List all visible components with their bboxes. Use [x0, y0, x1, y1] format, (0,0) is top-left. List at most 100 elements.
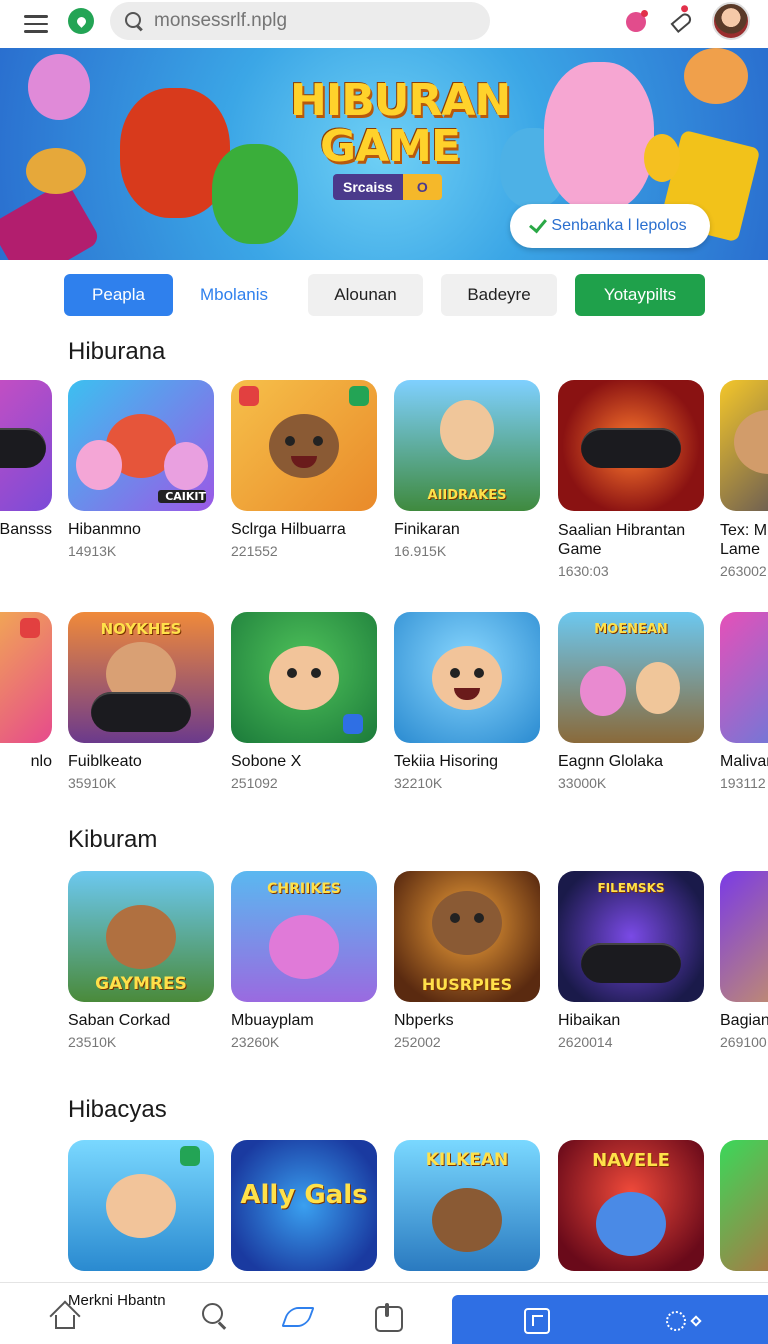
chip-mbolanis[interactable]: Mbolanis — [180, 274, 288, 316]
game-card[interactable]: Bansss — [0, 380, 52, 539]
bear-character — [432, 891, 502, 955]
game-thumbnail — [231, 612, 377, 743]
hamburger-menu-icon[interactable] — [22, 12, 50, 36]
library-icon[interactable] — [372, 1301, 403, 1332]
pig-character — [76, 440, 122, 490]
game-card[interactable]: HUSRPIES Nbperks 252002 — [394, 871, 540, 1050]
game-title: Tekiia Hisoring — [394, 753, 499, 770]
chip-peapla[interactable]: Peapla — [64, 274, 173, 316]
game-title: Bansss — [0, 521, 52, 538]
game-card[interactable]: Tekiia Hisoring 32210K — [394, 612, 540, 791]
donut-decoration — [26, 148, 86, 194]
game-thumbnail — [558, 380, 704, 511]
search-input[interactable] — [154, 10, 474, 32]
hero-banner[interactable]: HIBURAN GAME Srcaiss O Senbanka l lepolo… — [0, 48, 768, 260]
game-row: GAYMRES Saban Corkad 23510K CHRIIKES Mbu… — [0, 871, 768, 1081]
bear-character — [596, 1192, 666, 1256]
game-meta: 32210K — [394, 775, 443, 791]
game-thumbnail: CHRIIKES — [231, 871, 377, 1002]
game-card[interactable]: KILKEAN — [394, 1140, 540, 1271]
game-card[interactable]: nlo — [0, 612, 52, 771]
game-card[interactable]: FILEMSKS Hibaikan 2620014 — [558, 871, 704, 1050]
search-icon[interactable] — [200, 1301, 230, 1331]
game-card[interactable] — [720, 1140, 768, 1271]
game-card[interactable]: GAYMRES Saban Corkad 23510K — [68, 871, 214, 1050]
game-card[interactable]: Malivar 193112 — [720, 612, 768, 791]
game-thumbnail — [720, 612, 768, 743]
game-title: Mbuayplam — [231, 1012, 314, 1029]
hero-badge-right: O — [402, 174, 442, 200]
rocket-icon[interactable] — [668, 8, 696, 36]
game-card[interactable]: CAIKIT Hibanmno 14913K — [68, 380, 214, 559]
game-card[interactable]: MOENEAN Eagnn Glolaka 33000K — [558, 612, 704, 791]
game-meta: 251092 — [231, 775, 278, 791]
game-meta: 193112 — [720, 775, 766, 791]
thumbnail-label: AIIDRAKES — [427, 488, 507, 503]
game-card[interactable]: NAVELE — [558, 1140, 704, 1271]
game-card[interactable]: Ally Gals — [231, 1140, 377, 1271]
location-shield-icon[interactable] — [68, 8, 94, 34]
game-card[interactable]: Bagian 269100 — [720, 871, 768, 1050]
game-title: Eagnn Glolaka — [558, 753, 663, 770]
play-icon[interactable] — [283, 1301, 313, 1331]
section-title: Hiburana — [68, 338, 166, 365]
balloon-character — [28, 54, 90, 120]
badge-icon — [349, 386, 369, 406]
boy-character — [432, 646, 502, 710]
game-meta: 1630:03 — [558, 563, 609, 579]
boy-character — [106, 1174, 176, 1238]
search-bar[interactable] — [110, 2, 490, 40]
avatar[interactable] — [712, 2, 750, 40]
game-card[interactable]: Sobone X 251092 — [231, 612, 377, 791]
search-icon — [124, 11, 144, 31]
game-meta: 33000K — [558, 775, 607, 791]
dog-character — [432, 1188, 502, 1252]
bottom-cta-bar[interactable] — [452, 1295, 768, 1344]
badge-icon — [20, 618, 40, 638]
boy-character — [636, 662, 680, 714]
chip-badeyre[interactable]: Badeyre — [441, 274, 557, 316]
hero-badge: Srcaiss O — [333, 174, 442, 200]
game-title: nlo — [30, 753, 52, 770]
game-title: Fuiblkeato — [68, 753, 142, 770]
thumbnail-label: KILKEAN — [425, 1150, 509, 1170]
eye — [474, 668, 484, 678]
man-character — [734, 410, 768, 474]
game-thumbnail — [394, 612, 540, 743]
chip-yotaypilts[interactable]: Yotaypilts — [575, 274, 705, 316]
game-thumbnail: AIIDRAKES — [394, 380, 540, 511]
square-arrow-icon[interactable] — [524, 1308, 550, 1334]
game-title: Saban Corkad — [68, 1012, 171, 1029]
thumbnail-label: NOYKHES — [100, 620, 182, 638]
game-card[interactable]: Sclrga Hilbuarra 221552 — [231, 380, 377, 559]
game-card[interactable]: Tex: M Lame 263002 — [720, 380, 768, 579]
hero-title: HIBURAN GAME — [290, 78, 511, 170]
game-meta: 35910K — [68, 775, 117, 791]
game-thumbnail — [720, 871, 768, 1002]
game-thumbnail — [0, 380, 52, 511]
hero-cta-button[interactable]: Senbanka l lepolos — [510, 204, 710, 248]
game-card[interactable]: AIIDRAKES Finikaran 16.915K — [394, 380, 540, 559]
game-thumbnail — [720, 380, 768, 511]
eye — [287, 668, 297, 678]
thumbnail-label: CHRIIKES — [267, 881, 341, 897]
sun-icon[interactable] — [666, 1311, 686, 1331]
game-card[interactable]: CHRIIKES Mbuayplam 23260K — [231, 871, 377, 1050]
boy-character — [269, 646, 339, 710]
game-row: nlo NOYKHES Fuiblkeato 35910K Sobone X 2… — [0, 612, 768, 822]
game-row: Bansss CAIKIT Hibanmno 14913K Sclrga Hil… — [0, 380, 768, 590]
coin-decoration — [644, 134, 680, 182]
game-card[interactable] — [68, 1140, 214, 1271]
thumbnail-label: HUSRPIES — [421, 975, 513, 994]
game-thumbnail: NAVELE — [558, 1140, 704, 1271]
game-card[interactable]: Saalian Hibrantan Game 1630:03 — [558, 380, 704, 579]
hot-air-balloon-decoration — [684, 48, 748, 104]
game-meta: 14913K — [68, 543, 117, 559]
bear-character — [269, 915, 339, 979]
game-meta: 23260K — [231, 1034, 280, 1050]
beaver-character — [269, 414, 339, 478]
chip-alounan[interactable]: Alounan — [308, 274, 423, 316]
game-thumbnail: FILEMSKS — [558, 871, 704, 1002]
game-card[interactable]: NOYKHES Fuiblkeato 35910K — [68, 612, 214, 791]
game-balloon-icon[interactable] — [622, 8, 650, 36]
